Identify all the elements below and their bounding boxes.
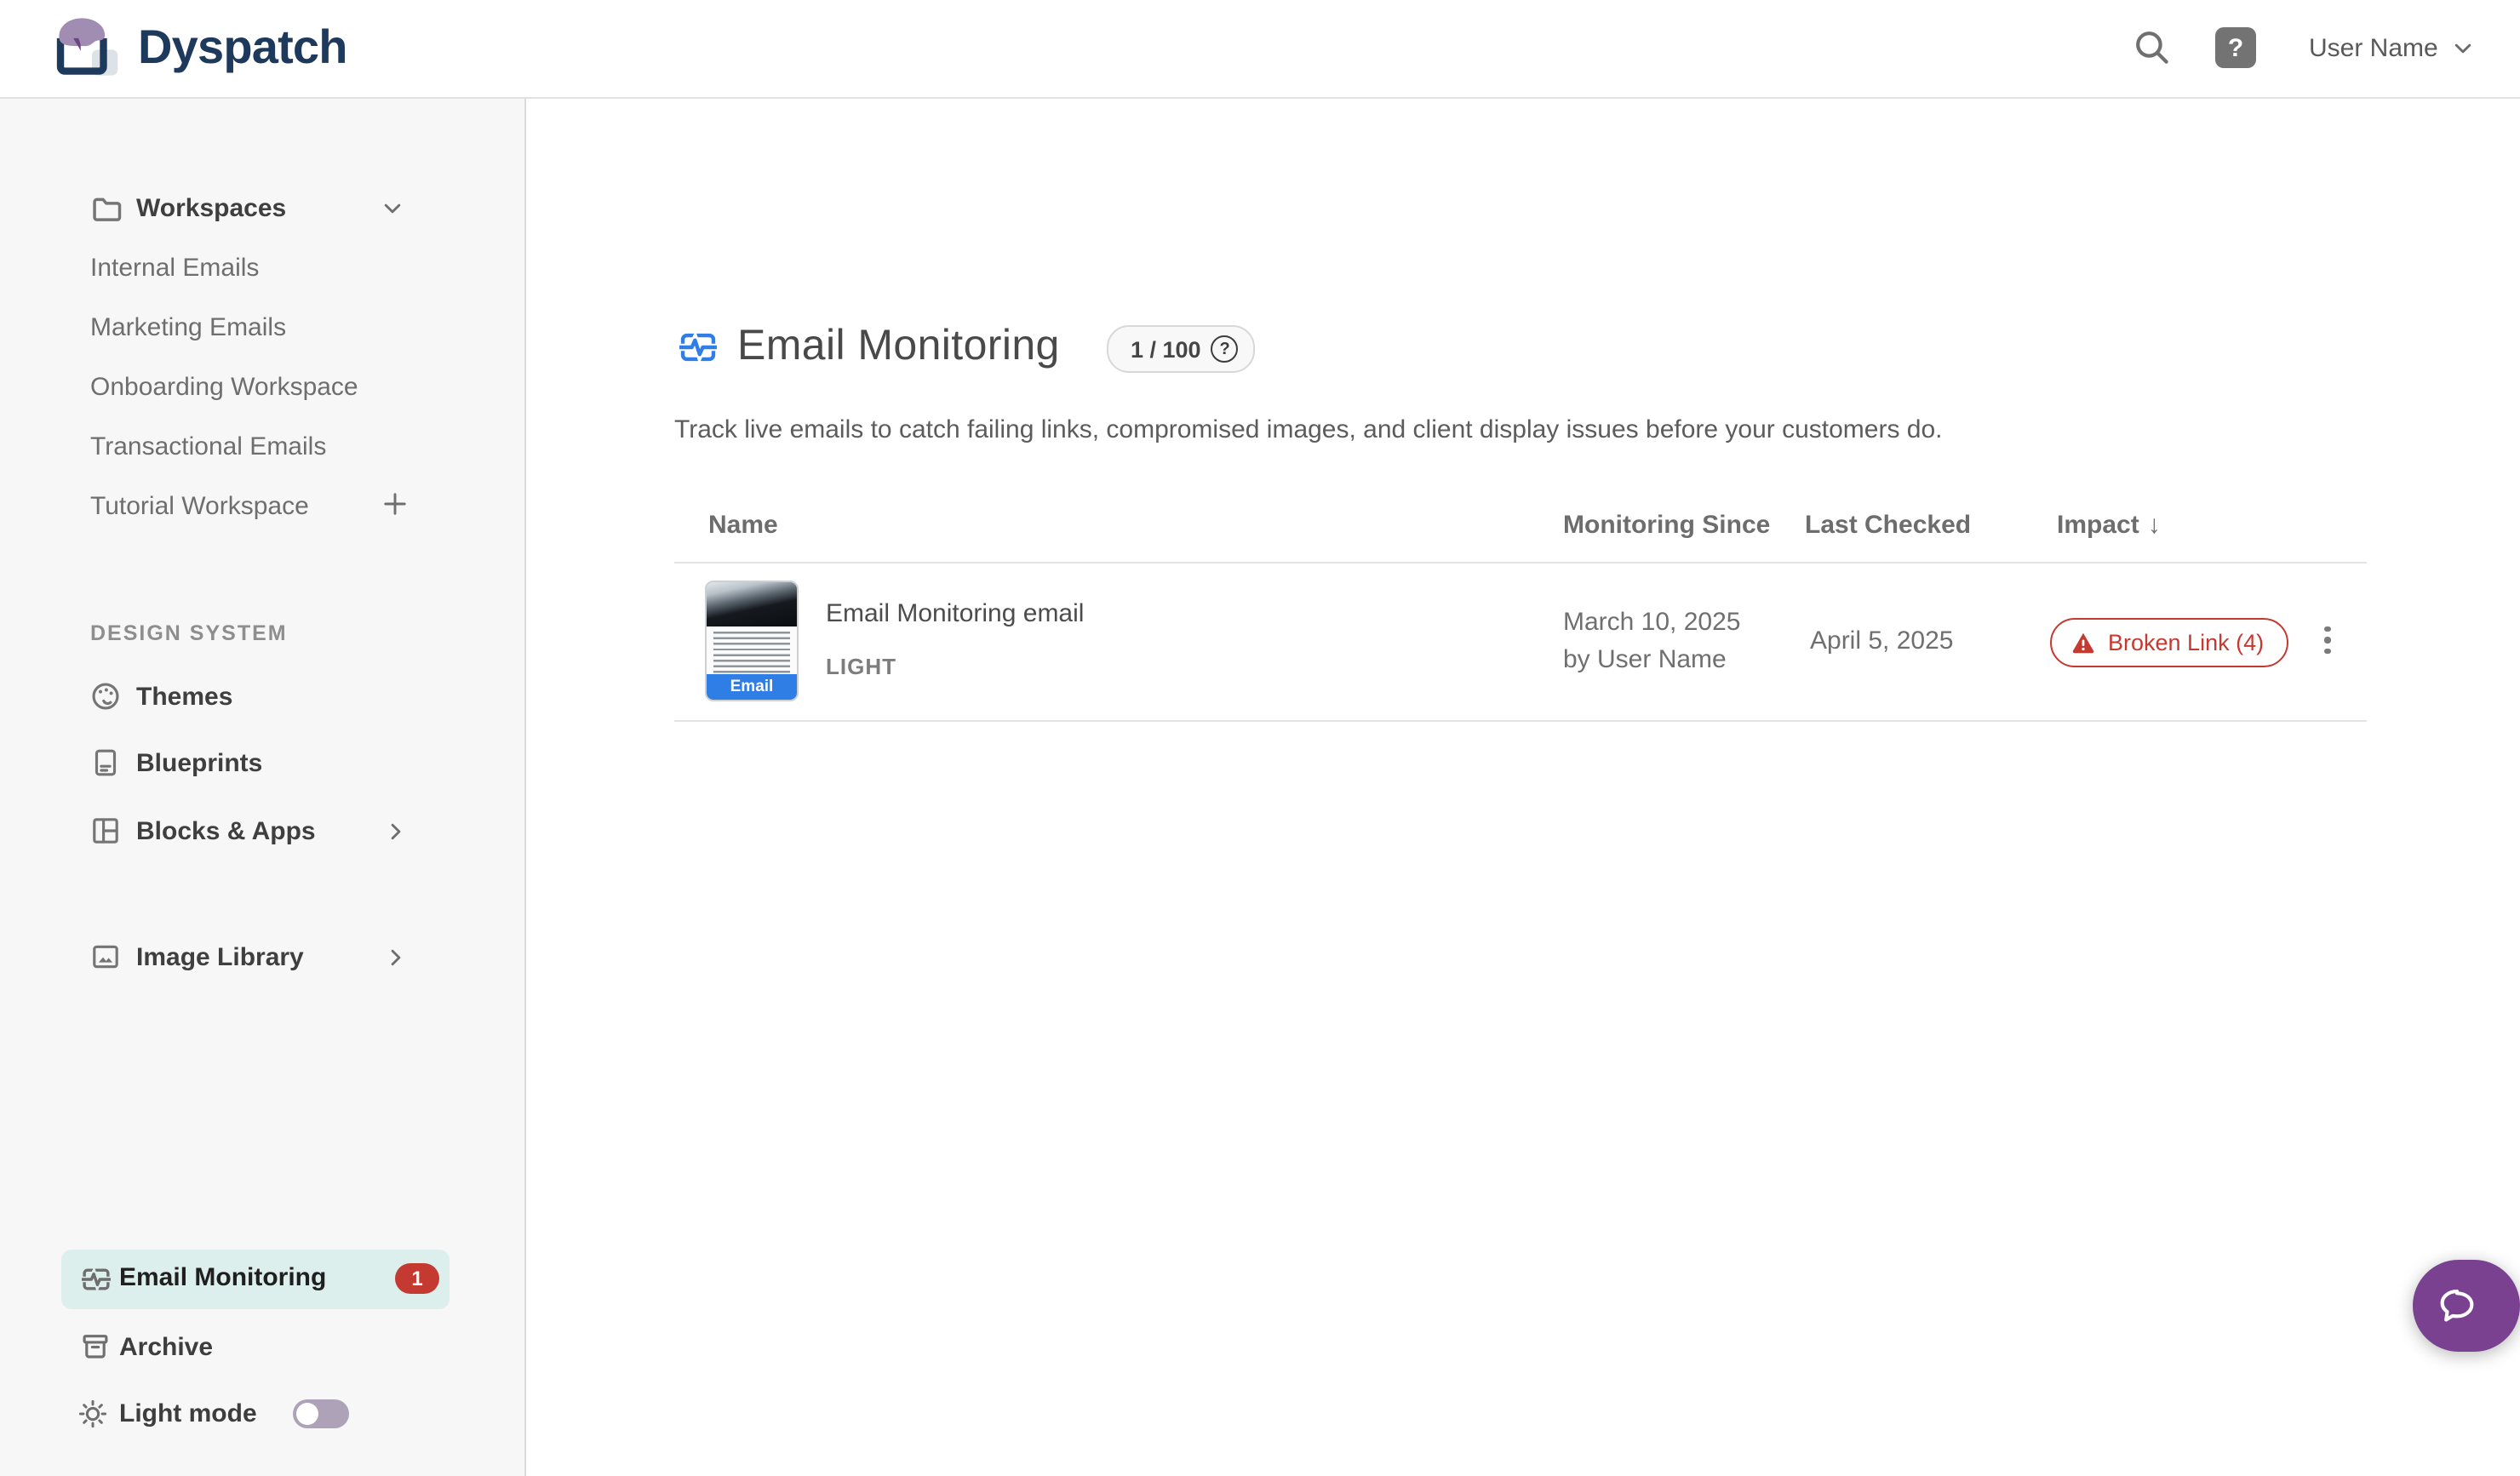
brand-name: Dyspatch — [138, 20, 347, 74]
image-icon — [90, 941, 121, 972]
column-header-last-checked[interactable]: Last Checked — [1805, 511, 1971, 540]
sidebar-item-email-monitoring[interactable]: Email Monitoring 1 — [61, 1250, 450, 1309]
sidebar-item-onboarding-workspace[interactable]: Onboarding Workspace — [90, 373, 358, 402]
sidebar: Workspaces Internal Emails Marketing Ema… — [0, 99, 526, 1476]
column-header-name[interactable]: Name — [708, 511, 778, 540]
main-content: Email Monitoring 1 / 100 ? Track live em… — [526, 99, 2520, 1476]
folder-icon — [90, 192, 123, 224]
sidebar-item-label: Blocks & Apps — [136, 816, 316, 845]
document-icon — [90, 747, 121, 778]
page-description: Track live emails to catch failing links… — [674, 415, 1943, 444]
chevron-down-icon[interactable] — [381, 197, 404, 219]
sidebar-item-blocks-apps[interactable]: Blocks & Apps — [0, 805, 524, 856]
sidebar-item-marketing-emails[interactable]: Marketing Emails — [90, 313, 286, 342]
sidebar-item-label: Archive — [119, 1332, 213, 1361]
row-actions-menu-icon[interactable] — [2312, 620, 2343, 661]
table-divider — [674, 562, 2367, 564]
sidebar-item-label: Themes — [136, 682, 232, 711]
help-icon[interactable]: ? — [2215, 27, 2256, 68]
sidebar-item-transactional-emails[interactable]: Transactional Emails — [90, 432, 326, 461]
user-menu[interactable]: User Name — [2309, 0, 2474, 97]
thumbnail-hero-image — [707, 582, 797, 626]
chevron-down-icon — [2452, 37, 2474, 60]
palette-icon — [90, 681, 121, 712]
chevron-right-icon — [385, 946, 407, 968]
sidebar-item-label: Email Monitoring — [119, 1263, 326, 1292]
warning-triangle-icon — [2070, 630, 2096, 655]
impact-label: Broken Link (4) — [2108, 630, 2264, 655]
chat-launcher-button[interactable] — [2413, 1260, 2520, 1352]
sidebar-item-blueprints[interactable]: Blueprints — [0, 737, 524, 788]
search-icon[interactable] — [2132, 27, 2173, 68]
sidebar-item-label: Image Library — [136, 942, 304, 971]
monitoring-since-author: by User Name — [1563, 645, 1727, 674]
sidebar-item-label: Blueprints — [136, 748, 262, 777]
dyspatch-logo-icon — [53, 15, 123, 78]
broken-link-badge[interactable]: Broken Link (4) — [2050, 618, 2288, 667]
sidebar-item-image-library[interactable]: Image Library — [0, 931, 524, 982]
light-mode-row: Light mode — [0, 1387, 524, 1439]
sidebar-item-label: Workspaces — [136, 193, 286, 222]
toggle-knob — [296, 1403, 318, 1425]
add-workspace-icon[interactable] — [381, 490, 409, 518]
sidebar-item-tutorial-workspace[interactable]: Tutorial Workspace — [90, 492, 309, 521]
notification-badge: 1 — [395, 1263, 439, 1294]
thumbnail-text-lines — [713, 632, 790, 676]
sidebar-item-workspaces[interactable]: Workspaces — [0, 182, 524, 233]
email-thumbnail[interactable]: Email — [705, 581, 799, 701]
archive-icon — [80, 1331, 111, 1362]
design-system-section-header: DESIGN SYSTEM — [90, 621, 288, 645]
column-header-impact[interactable]: Impact↓ — [2057, 511, 2161, 540]
page-title: Email Monitoring — [737, 322, 1060, 371]
sort-desc-icon: ↓ — [2148, 511, 2161, 540]
quota-value: 1 / 100 — [1131, 336, 1201, 362]
last-checked-date: April 5, 2025 — [1810, 626, 1953, 655]
user-name: User Name — [2309, 34, 2438, 63]
chat-bubble-icon — [2435, 1284, 2479, 1328]
quota-help-icon[interactable]: ? — [1211, 335, 1239, 363]
quota-badge: 1 / 100 ? — [1107, 325, 1256, 373]
table-divider — [674, 720, 2367, 722]
thumbnail-type-label: Email — [707, 674, 797, 700]
blocks-layout-icon — [90, 815, 121, 846]
sidebar-item-internal-emails[interactable]: Internal Emails — [90, 254, 259, 283]
row-variant-label: LIGHT — [826, 654, 896, 679]
sidebar-item-archive[interactable]: Archive — [0, 1321, 524, 1372]
email-monitoring-icon — [679, 329, 717, 366]
brand-logo[interactable]: Dyspatch — [53, 15, 347, 78]
app-window: Dyspatch ? User Name Workspaces — [0, 0, 2520, 1476]
sun-icon — [77, 1397, 109, 1429]
monitoring-since-date: March 10, 2025 — [1563, 608, 1740, 637]
email-monitoring-icon — [82, 1265, 111, 1294]
light-mode-toggle[interactable] — [293, 1399, 349, 1428]
chevron-right-icon — [385, 820, 407, 842]
row-email-name[interactable]: Email Monitoring email — [826, 599, 1084, 628]
column-header-monitoring-since[interactable]: Monitoring Since — [1563, 511, 1770, 540]
top-header: Dyspatch ? User Name — [0, 0, 2520, 99]
sidebar-item-themes[interactable]: Themes — [0, 671, 524, 722]
sidebar-item-label: Light mode — [119, 1399, 257, 1427]
